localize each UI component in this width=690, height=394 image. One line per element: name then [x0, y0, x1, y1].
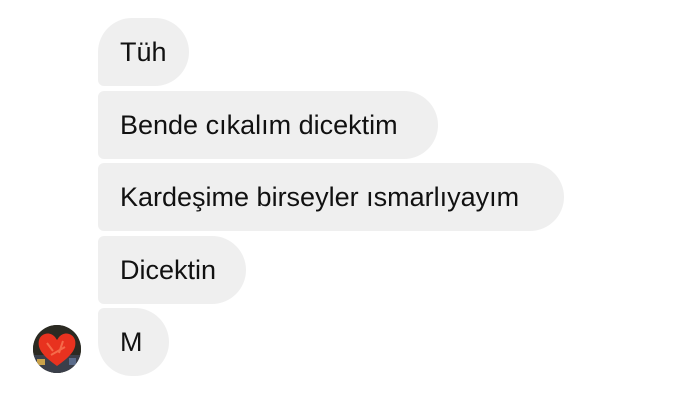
message-text: Dicektin: [120, 255, 217, 285]
profile-photo-heart-icon: [33, 325, 81, 373]
message-thread: Tüh Bende cıkalım dicektim Kardeşime bir…: [0, 0, 690, 394]
message-text: Kardeşime birseyler ısmarlıyayım: [120, 182, 520, 212]
sender-avatar[interactable]: [33, 325, 81, 373]
message-bubble[interactable]: Tüh: [98, 18, 189, 86]
message-bubble[interactable]: Dicektin: [98, 236, 246, 304]
message-text: Bende cıkalım dicektim: [120, 110, 398, 140]
message-bubble[interactable]: Bende cıkalım dicektim: [98, 91, 438, 159]
message-bubble[interactable]: M: [98, 308, 169, 376]
message-text: M: [120, 327, 143, 357]
message-bubble[interactable]: Kardeşime birseyler ısmarlıyayım: [98, 163, 564, 231]
message-text: Tüh: [120, 37, 167, 67]
